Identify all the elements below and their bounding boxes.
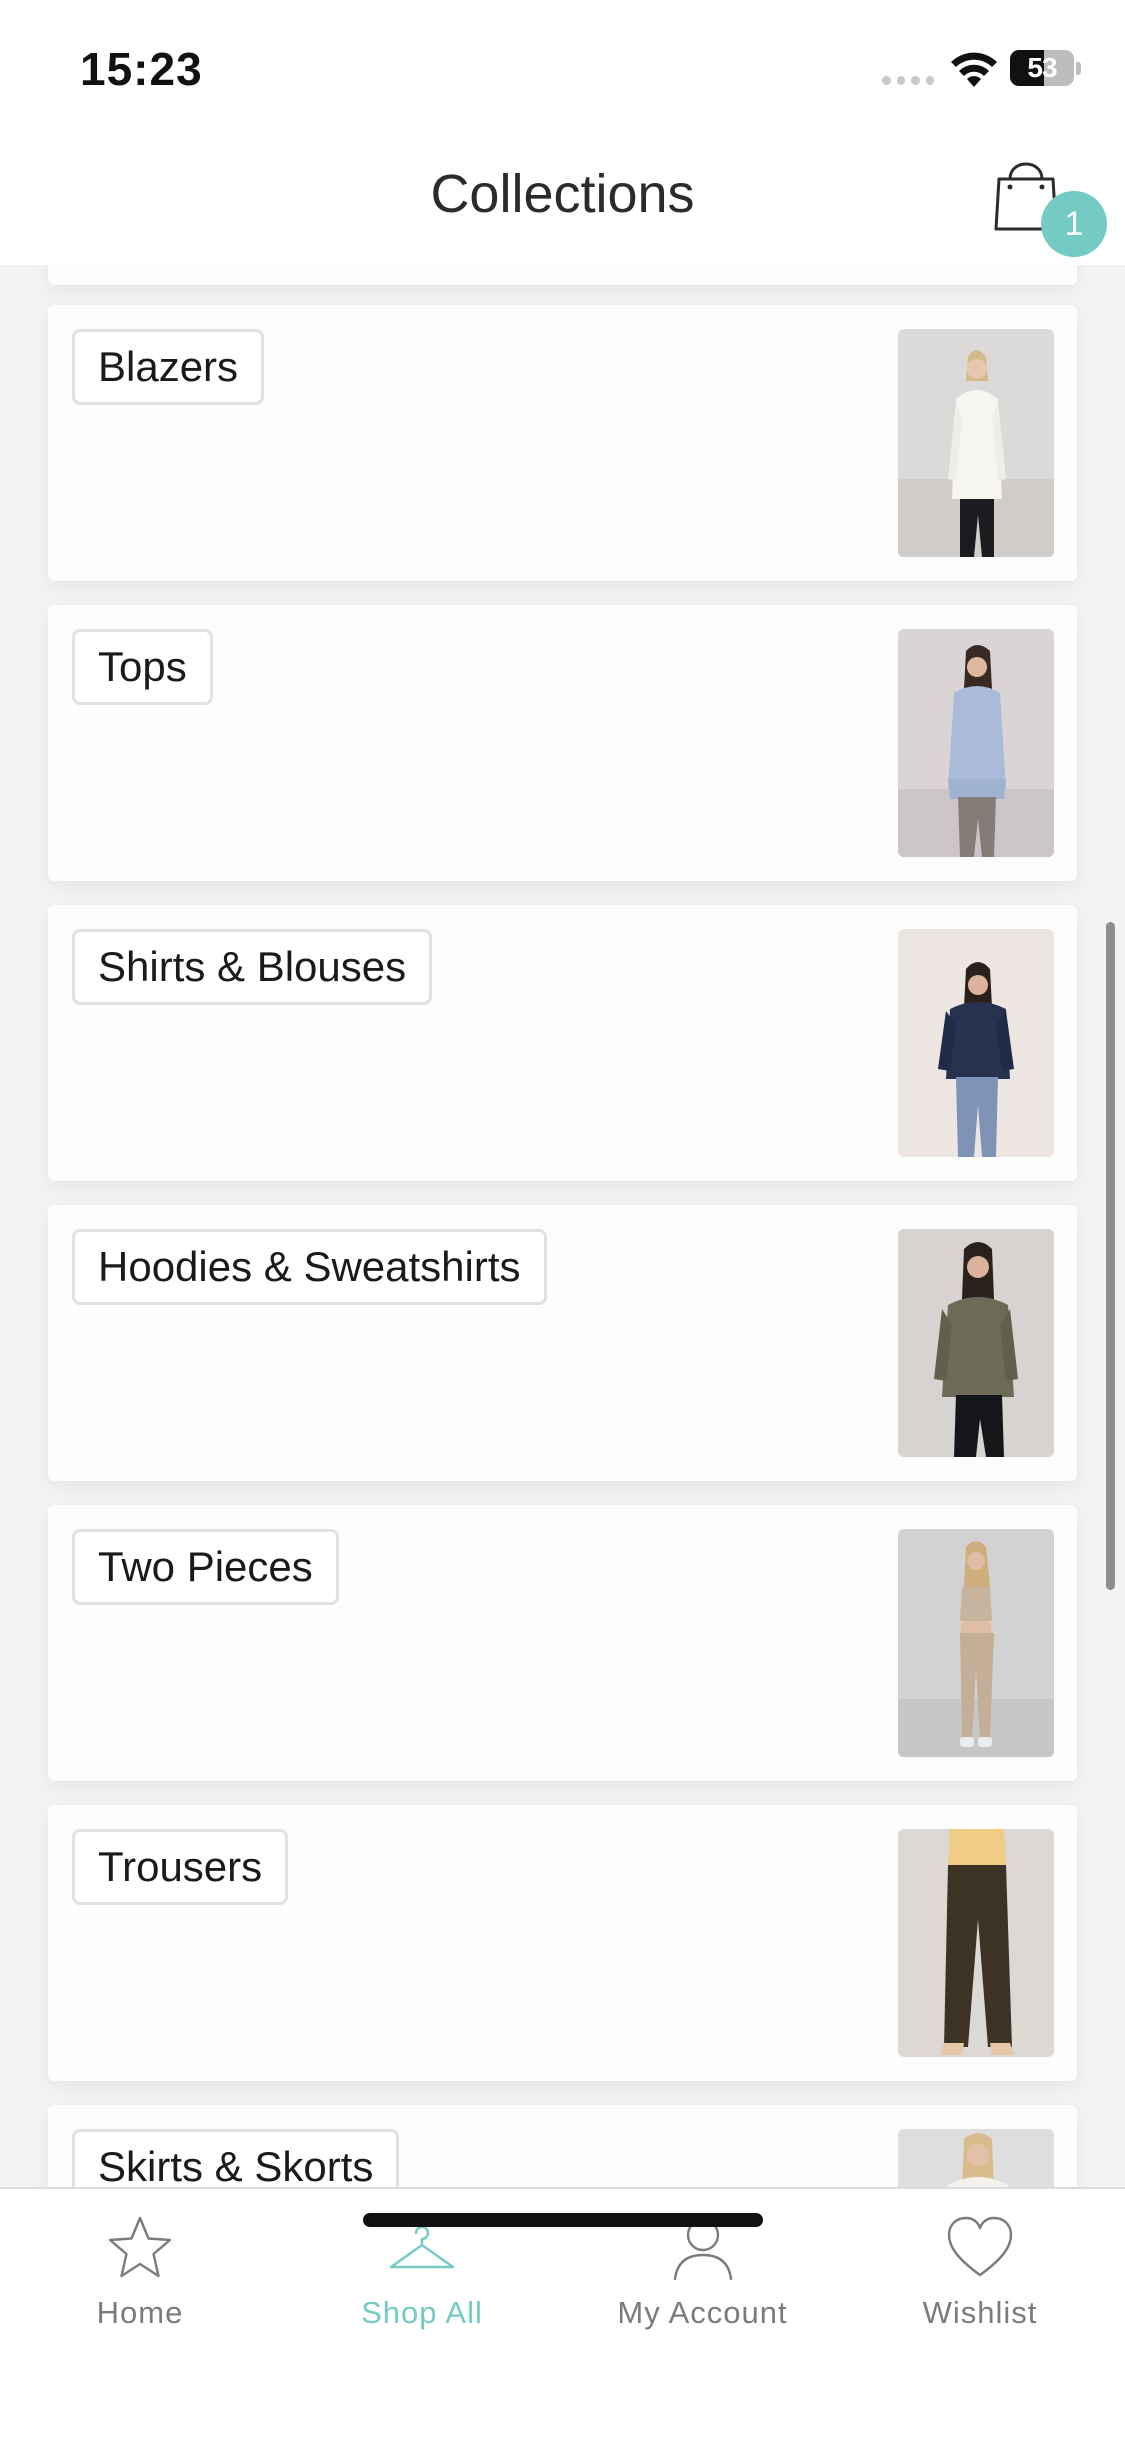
collection-card-two-pieces[interactable]: Two Pieces	[48, 1505, 1077, 1781]
collection-card-blazers[interactable]: Blazers	[48, 305, 1077, 581]
scrollbar[interactable]	[1106, 922, 1115, 1590]
collection-label: Trousers	[72, 1829, 289, 1905]
star-icon	[108, 2216, 172, 2278]
collection-card-tops[interactable]: Tops	[48, 605, 1077, 881]
cart-count-badge: 1	[1041, 191, 1107, 257]
tab-wishlist[interactable]: Wishlist	[880, 2189, 1080, 2349]
nav-header: Collections 1	[0, 135, 1125, 265]
collection-thumbnail[interactable]	[898, 629, 1054, 857]
collection-label: Shirts & Blouses	[72, 929, 433, 1005]
tab-label: Wishlist	[922, 2295, 1038, 2330]
tab-label: Home	[96, 2295, 184, 2330]
collection-card-partial[interactable]	[48, 265, 1077, 285]
collection-thumbnail[interactable]	[898, 929, 1054, 1157]
collection-label: Tops	[72, 629, 213, 705]
status-time: 15:23	[80, 43, 203, 95]
tab-label: Shop All	[361, 2295, 483, 2330]
battery-icon: 53	[1010, 50, 1074, 86]
collection-thumbnail[interactable]	[898, 1829, 1054, 2057]
collection-label: Blazers	[72, 329, 265, 405]
collection-label: Hoodies & Sweatshirts	[72, 1229, 547, 1305]
collection-card-hoodies-sweatshirts[interactable]: Hoodies & Sweatshirts	[48, 1205, 1077, 1481]
tab-label: My Account	[617, 2295, 788, 2330]
collections-list: Blazers Tops Shirts & Blouses Hoodies & …	[0, 265, 1125, 2187]
cellular-signal-icon	[882, 76, 934, 86]
wifi-icon	[951, 52, 997, 87]
page-title: Collections	[430, 164, 695, 224]
collection-card-trousers[interactable]: Trousers	[48, 1805, 1077, 2081]
collection-label: Skirts & Skorts	[72, 2129, 400, 2187]
heart-icon	[947, 2216, 1013, 2277]
collection-thumbnail[interactable]	[898, 1229, 1054, 1457]
collection-thumbnail[interactable]	[898, 2129, 1054, 2187]
cart-button[interactable]: 1	[985, 157, 1107, 267]
battery-cap	[1076, 62, 1081, 75]
collection-thumbnail[interactable]	[898, 329, 1054, 557]
collection-card-shirts-blouses[interactable]: Shirts & Blouses	[48, 905, 1077, 1181]
home-indicator[interactable]	[363, 2213, 763, 2227]
collection-thumbnail[interactable]	[898, 1529, 1054, 1757]
status-bar: 15:23 53	[0, 0, 1125, 135]
battery-level: 53	[1027, 52, 1057, 83]
collection-card-skirts-skorts[interactable]: Skirts & Skorts	[48, 2105, 1077, 2187]
collection-label: Two Pieces	[72, 1529, 339, 1605]
tab-home[interactable]: Home	[40, 2189, 240, 2349]
